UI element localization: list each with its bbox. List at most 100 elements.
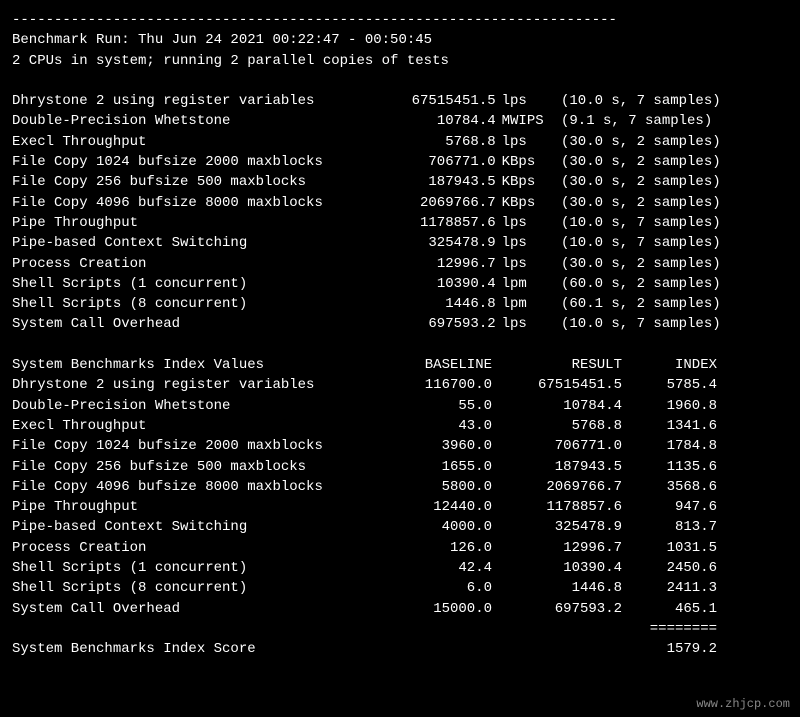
test-name: System Call Overhead — [12, 314, 367, 334]
index-result-row: Execl Throughput43.05768.81341.6 — [12, 416, 788, 436]
index-result-row: Pipe Throughput12440.01178857.6947.6 — [12, 497, 788, 517]
index-result-row: Process Creation126.012996.71031.5 — [12, 538, 788, 558]
index-test-index: 5785.4 — [622, 375, 717, 395]
raw-result-row: Pipe Throughput1178857.6lps(10.0 s, 7 sa… — [12, 213, 788, 233]
blank-line — [12, 71, 788, 91]
raw-result-row: Shell Scripts (1 concurrent)10390.4lpm(6… — [12, 274, 788, 294]
test-timing: (30.0 s, 2 samples) — [549, 152, 788, 172]
test-timing: (10.0 s, 7 samples) — [549, 213, 788, 233]
test-value: 12996.7 — [367, 254, 495, 274]
test-unit: KBps — [496, 193, 549, 213]
test-unit: lps — [496, 233, 549, 253]
score-label: System Benchmarks Index Score — [12, 639, 372, 659]
index-test-result: 1178857.6 — [492, 497, 622, 517]
index-result-row: Dhrystone 2 using register variables1167… — [12, 375, 788, 395]
index-header-index: INDEX — [622, 355, 717, 375]
test-unit: lps — [496, 314, 549, 334]
index-test-baseline: 55.0 — [372, 396, 492, 416]
index-test-name: Dhrystone 2 using register variables — [12, 375, 372, 395]
index-test-baseline: 5800.0 — [372, 477, 492, 497]
index-test-result: 10390.4 — [492, 558, 622, 578]
index-header-baseline: BASELINE — [372, 355, 492, 375]
index-test-index: 1031.5 — [622, 538, 717, 558]
test-timing: (30.0 s, 2 samples) — [549, 172, 788, 192]
index-test-result: 1446.8 — [492, 578, 622, 598]
index-test-result: 10784.4 — [492, 396, 622, 416]
test-name: Pipe Throughput — [12, 213, 367, 233]
index-test-index: 1135.6 — [622, 457, 717, 477]
test-name: File Copy 4096 bufsize 8000 maxblocks — [12, 193, 367, 213]
index-test-result: 325478.9 — [492, 517, 622, 537]
index-test-index: 465.1 — [622, 599, 717, 619]
index-test-name: Pipe-based Context Switching — [12, 517, 372, 537]
index-test-result: 5768.8 — [492, 416, 622, 436]
test-name: File Copy 256 bufsize 500 maxblocks — [12, 172, 367, 192]
index-test-index: 2411.3 — [622, 578, 717, 598]
score-rule-pad — [372, 619, 492, 639]
score-rule-row: ======== — [12, 619, 788, 639]
index-header-result: RESULT — [492, 355, 622, 375]
index-result-row: File Copy 4096 bufsize 8000 maxblocks580… — [12, 477, 788, 497]
score-pad — [372, 639, 492, 659]
test-name: Shell Scripts (1 concurrent) — [12, 274, 367, 294]
index-test-name: Process Creation — [12, 538, 372, 558]
index-header-name: System Benchmarks Index Values — [12, 355, 372, 375]
index-test-baseline: 116700.0 — [372, 375, 492, 395]
index-result-row: Shell Scripts (1 concurrent)42.410390.42… — [12, 558, 788, 578]
raw-results-block: Dhrystone 2 using register variables6751… — [12, 91, 788, 335]
index-test-name: Execl Throughput — [12, 416, 372, 436]
index-result-row: Double-Precision Whetstone55.010784.4196… — [12, 396, 788, 416]
test-value: 1446.8 — [367, 294, 495, 314]
test-unit: lps — [496, 132, 549, 152]
test-name: Shell Scripts (8 concurrent) — [12, 294, 367, 314]
test-timing: (10.0 s, 7 samples) — [549, 91, 788, 111]
index-result-row: Pipe-based Context Switching4000.0325478… — [12, 517, 788, 537]
index-test-baseline: 43.0 — [372, 416, 492, 436]
test-unit: lps — [496, 91, 549, 111]
raw-result-row: Execl Throughput5768.8lps(30.0 s, 2 samp… — [12, 132, 788, 152]
test-timing: (30.0 s, 2 samples) — [549, 254, 788, 274]
index-header-row: System Benchmarks Index Values BASELINE … — [12, 355, 788, 375]
cpu-count-line: 2 CPUs in system; running 2 parallel cop… — [12, 51, 788, 71]
watermark: www.zhjcp.com — [696, 696, 790, 713]
index-test-result: 12996.7 — [492, 538, 622, 558]
index-test-result: 187943.5 — [492, 457, 622, 477]
test-value: 10784.4 — [367, 111, 495, 131]
score-rule-pad — [12, 619, 372, 639]
test-timing: (30.0 s, 2 samples) — [549, 193, 788, 213]
test-timing: (10.0 s, 7 samples) — [549, 314, 788, 334]
test-unit: KBps — [496, 172, 549, 192]
index-test-index: 813.7 — [622, 517, 717, 537]
score-rule: ======== — [622, 619, 717, 639]
index-test-name: File Copy 4096 bufsize 8000 maxblocks — [12, 477, 372, 497]
raw-result-row: File Copy 1024 bufsize 2000 maxblocks706… — [12, 152, 788, 172]
test-timing: (60.1 s, 2 samples) — [549, 294, 788, 314]
score-rule-pad — [492, 619, 622, 639]
index-test-result: 697593.2 — [492, 599, 622, 619]
index-test-result: 706771.0 — [492, 436, 622, 456]
benchmark-run-line: Benchmark Run: Thu Jun 24 2021 00:22:47 … — [12, 30, 788, 50]
test-timing: (60.0 s, 2 samples) — [549, 274, 788, 294]
test-unit: lps — [496, 254, 549, 274]
index-results-block: Dhrystone 2 using register variables1167… — [12, 375, 788, 619]
index-test-baseline: 4000.0 — [372, 517, 492, 537]
test-timing: (9.1 s, 7 samples) — [549, 111, 788, 131]
index-test-name: System Call Overhead — [12, 599, 372, 619]
index-test-result: 67515451.5 — [492, 375, 622, 395]
test-value: 2069766.7 — [367, 193, 495, 213]
test-value: 706771.0 — [367, 152, 495, 172]
test-value: 697593.2 — [367, 314, 495, 334]
divider-top: ----------------------------------------… — [12, 10, 788, 30]
score-value: 1579.2 — [622, 639, 717, 659]
raw-result-row: Shell Scripts (8 concurrent)1446.8lpm(60… — [12, 294, 788, 314]
raw-result-row: Dhrystone 2 using register variables6751… — [12, 91, 788, 111]
index-test-name: File Copy 256 bufsize 500 maxblocks — [12, 457, 372, 477]
index-test-index: 947.6 — [622, 497, 717, 517]
raw-result-row: File Copy 4096 bufsize 8000 maxblocks206… — [12, 193, 788, 213]
test-unit: lpm — [496, 274, 549, 294]
index-test-baseline: 42.4 — [372, 558, 492, 578]
index-test-result: 2069766.7 — [492, 477, 622, 497]
index-test-baseline: 6.0 — [372, 578, 492, 598]
index-test-index: 2450.6 — [622, 558, 717, 578]
test-name: Pipe-based Context Switching — [12, 233, 367, 253]
